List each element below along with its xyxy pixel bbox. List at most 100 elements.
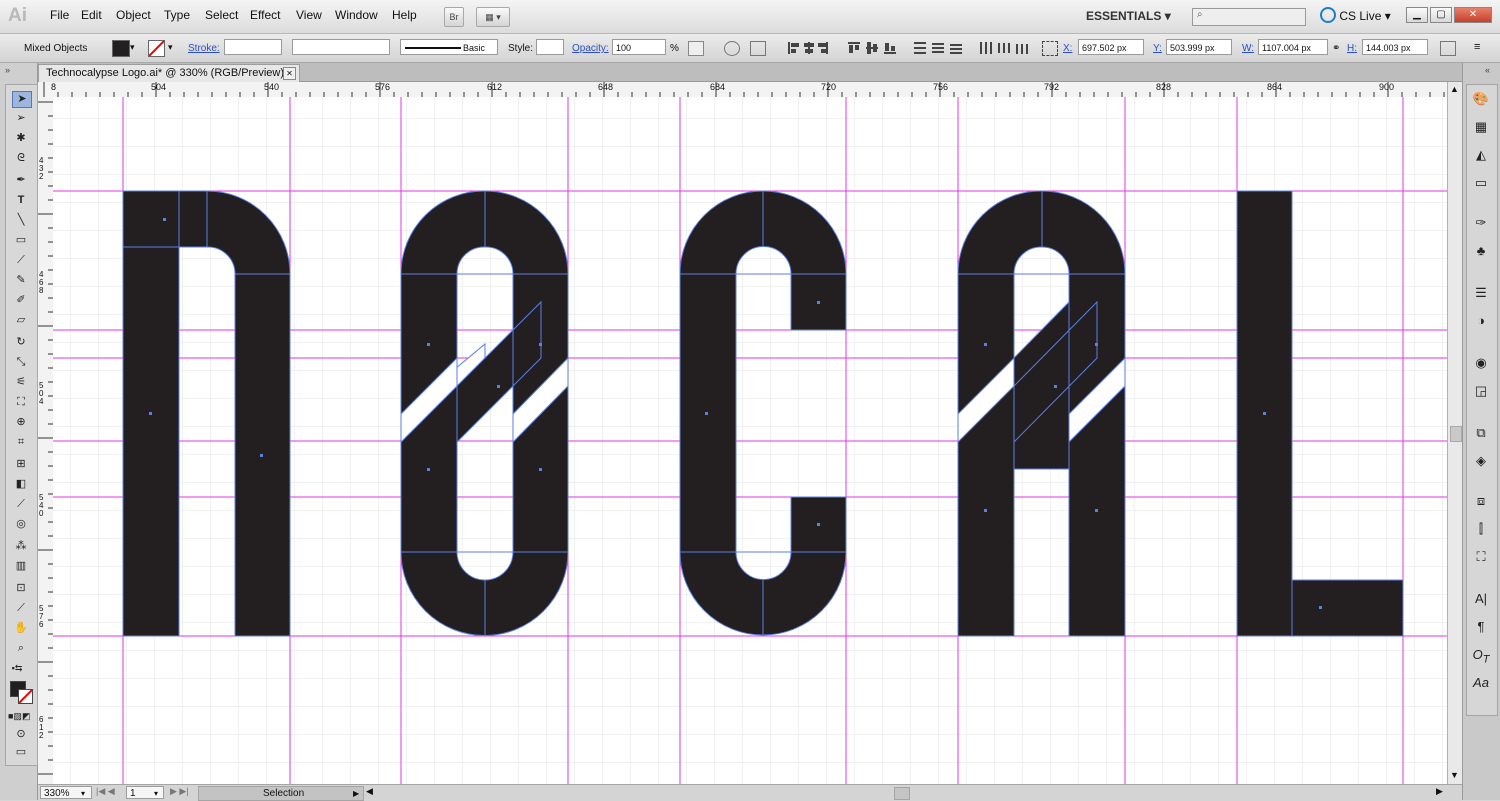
help-search-input[interactable]: ⌕ xyxy=(1192,8,1306,26)
direct-selection-tool-icon[interactable]: ➢ xyxy=(12,111,30,126)
minimize-button[interactable]: ▁ xyxy=(1406,7,1428,23)
opacity-field[interactable]: 100 xyxy=(612,39,666,55)
vertical-ruler[interactable]: 4 3 2 4 6 8 5 0 4 5 4 0 5 7 6 6 1 2 xyxy=(38,97,54,789)
shape-builder-tool-icon[interactable]: ⊕ xyxy=(12,415,30,430)
width-tool-icon[interactable]: ⚟ xyxy=(12,375,30,390)
opentype-panel-icon[interactable]: OT xyxy=(1472,647,1490,666)
blend-tool-icon[interactable]: ◎ xyxy=(12,517,30,532)
menu-object[interactable]: Object xyxy=(116,8,151,22)
status-display[interactable]: Selection ▶ xyxy=(198,786,364,801)
horizontal-ruler[interactable]: 8 504 540 576 612 648 684 720 756 792 82… xyxy=(38,82,1448,98)
menu-select[interactable]: Select xyxy=(205,8,238,22)
maximize-button[interactable]: ▢ xyxy=(1430,7,1452,23)
color-guide-panel-icon[interactable]: ◭ xyxy=(1472,147,1490,163)
scroll-down-icon[interactable]: ▼ xyxy=(1450,770,1459,780)
constrain-proportions-icon[interactable]: ⚭ xyxy=(1332,43,1340,54)
menu-type[interactable]: Type xyxy=(164,8,190,22)
transform-panel-icon[interactable]: ⛶ xyxy=(1472,549,1490,565)
rotate-tool-icon[interactable]: ↻ xyxy=(12,335,30,350)
first-artboard-icon[interactable]: |◀ ◀ xyxy=(96,786,115,797)
pen-tool-icon[interactable]: ✒ xyxy=(12,173,30,188)
scroll-up-icon[interactable]: ▲ xyxy=(1450,84,1459,94)
glyphs-panel-icon[interactable]: Aa xyxy=(1472,675,1490,691)
menu-window[interactable]: Window xyxy=(335,8,378,22)
scroll-left-icon[interactable]: ◀ xyxy=(366,786,373,797)
stroke-panel-icon[interactable]: ☰ xyxy=(1472,285,1490,301)
brush-definition-select[interactable]: Basic xyxy=(400,39,498,55)
layers-panel-icon[interactable]: ◈ xyxy=(1472,453,1490,469)
close-window-button[interactable]: ✕ xyxy=(1454,7,1492,23)
transform-panel-icon[interactable] xyxy=(1440,41,1456,56)
hand-tool-icon[interactable]: ✋ xyxy=(12,621,30,636)
slice-tool-icon[interactable]: ⟋ xyxy=(12,601,30,616)
scale-tool-icon[interactable]: ⤡ xyxy=(12,355,30,370)
stroke-swatch[interactable] xyxy=(148,40,165,57)
lasso-tool-icon[interactable]: ᘓ xyxy=(12,151,30,166)
default-colors-icon[interactable]: ▪⇆ xyxy=(8,661,26,676)
brushes-panel-icon[interactable]: ✑ xyxy=(1472,215,1490,231)
height-field[interactable]: 144.003 px xyxy=(1362,39,1428,55)
mesh-tool-icon[interactable]: ⊞ xyxy=(12,457,30,472)
workspace-switcher[interactable]: ESSENTIALS ▾ xyxy=(1086,6,1178,26)
drawing-mode-icon[interactable]: ⊙ xyxy=(12,727,30,742)
symbol-sprayer-tool-icon[interactable]: ⁂ xyxy=(12,539,30,554)
expand-panels-icon[interactable]: « xyxy=(1485,65,1490,75)
transparency-panel-icon[interactable]: ◑ xyxy=(1472,313,1490,329)
align-to-icon[interactable] xyxy=(750,41,766,56)
document-tab[interactable]: Technocalypse Logo.ai* @ 330% (RGB/Previ… xyxy=(38,64,300,82)
paintbrush-tool-icon[interactable]: ⟋ xyxy=(12,253,30,268)
width-field[interactable]: 1107.004 px xyxy=(1258,39,1328,55)
pencil-tool-icon[interactable]: ✎ xyxy=(12,273,30,288)
next-artboard-icon[interactable]: ▶ ▶| xyxy=(170,786,189,797)
w-label[interactable]: W: xyxy=(1242,43,1254,54)
symbols-panel-icon[interactable]: ♣ xyxy=(1472,243,1490,259)
perspective-grid-tool-icon[interactable]: ⌗ xyxy=(12,435,30,450)
align-panel-icon[interactable]: ⫿ xyxy=(1472,521,1490,537)
align-buttons-group[interactable] xyxy=(786,40,1032,56)
artboards-panel-icon[interactable]: ⧉ xyxy=(1472,425,1490,441)
cs-live-button[interactable]: CS Live ▾ xyxy=(1320,7,1391,27)
chevron-down-icon[interactable]: ▾ xyxy=(168,42,173,53)
screen-mode-icon[interactable]: ▭ xyxy=(12,745,30,760)
artboard-number-select[interactable]: 1 ▾ xyxy=(126,786,164,799)
magic-wand-tool-icon[interactable]: ✱ xyxy=(12,131,30,146)
menu-edit[interactable]: Edit xyxy=(81,8,102,22)
opacity-label[interactable]: Opacity: xyxy=(572,43,609,54)
arrange-documents-button[interactable]: ▦ ▾ xyxy=(476,7,510,27)
fill-swatch[interactable] xyxy=(112,40,130,57)
free-transform-tool-icon[interactable]: ⛶ xyxy=(12,395,30,410)
recolor-icon[interactable] xyxy=(724,41,740,56)
color-panel-icon[interactable]: 🎨 xyxy=(1472,91,1490,107)
graphic-style-select[interactable] xyxy=(536,39,564,55)
graphic-styles-panel-icon[interactable]: ◲ xyxy=(1472,383,1490,399)
gradient-tool-icon[interactable]: ◧ xyxy=(12,477,30,492)
menu-help[interactable]: Help xyxy=(392,8,417,22)
zoom-level-select[interactable]: 330% ▾ xyxy=(40,786,92,799)
stroke-color-icon[interactable] xyxy=(18,689,33,704)
control-panel-menu-icon[interactable]: ≡ xyxy=(1474,41,1480,53)
x-position-field[interactable]: 697.502 px xyxy=(1078,39,1144,55)
menu-view[interactable]: View xyxy=(296,8,322,22)
horizontal-scroll-thumb[interactable] xyxy=(894,787,910,800)
type-tool-icon[interactable]: T xyxy=(12,193,30,208)
pathfinder-panel-icon[interactable]: ⧈ xyxy=(1472,493,1490,509)
color-mode-icons[interactable]: ■▨◩ xyxy=(8,709,30,724)
variable-width-profile-select[interactable] xyxy=(292,39,390,55)
stroke-weight-field[interactable] xyxy=(224,39,282,55)
y-position-field[interactable]: 503.999 px xyxy=(1166,39,1232,55)
line-tool-icon[interactable]: ╲ xyxy=(12,213,30,228)
gradient-panel-icon[interactable]: ▭ xyxy=(1472,175,1490,191)
vertical-scroll-thumb[interactable] xyxy=(1450,426,1462,442)
y-label[interactable]: Y: xyxy=(1153,43,1162,54)
character-panel-icon[interactable]: A| xyxy=(1472,591,1490,607)
eyedropper-tool-icon[interactable]: ⟋ xyxy=(12,497,30,512)
menu-file[interactable]: File xyxy=(50,8,69,22)
eraser-tool-icon[interactable]: ▱ xyxy=(12,313,30,328)
recolor-artwork-icon[interactable] xyxy=(688,41,704,56)
swatches-panel-icon[interactable]: ▦ xyxy=(1472,119,1490,135)
scroll-right-icon[interactable]: ▶ xyxy=(1436,786,1443,797)
column-graph-tool-icon[interactable]: ▥ xyxy=(12,559,30,574)
h-label[interactable]: H: xyxy=(1347,43,1357,54)
close-document-icon[interactable]: ✕ xyxy=(283,67,296,80)
menu-effect[interactable]: Effect xyxy=(250,8,280,22)
